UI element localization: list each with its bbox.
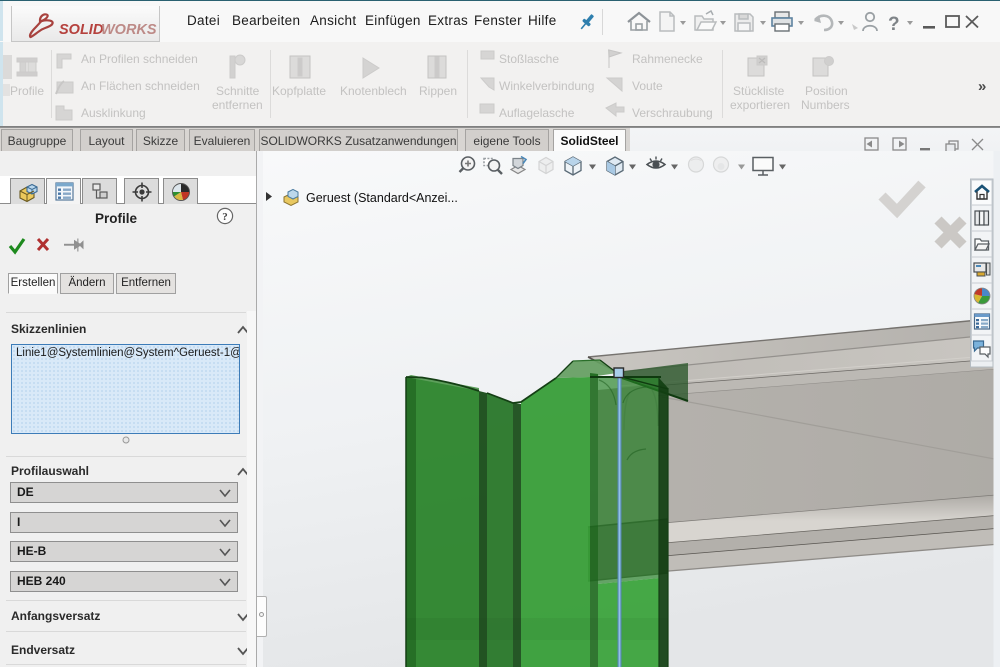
- svg-text:SOLID: SOLID: [59, 22, 104, 38]
- svg-text:Rippen: Rippen: [419, 84, 457, 98]
- svg-text:Verschraubung: Verschraubung: [632, 106, 713, 120]
- svg-text:Profile: Profile: [10, 84, 44, 98]
- svg-text:WORKS: WORKS: [101, 22, 157, 38]
- svg-text:Knotenblech: Knotenblech: [340, 84, 407, 98]
- svg-text:?: ?: [222, 211, 228, 223]
- svg-text:exportieren: exportieren: [730, 98, 790, 112]
- svg-text:Schnitte: Schnitte: [216, 84, 260, 98]
- svg-text:Numbers: Numbers: [801, 98, 850, 112]
- svg-text:An Profilen schneiden: An Profilen schneiden: [81, 52, 198, 66]
- svg-text:Ausklinkung: Ausklinkung: [81, 106, 146, 120]
- svg-text:Kopfplatte: Kopfplatte: [272, 84, 326, 98]
- svg-text:Stückliste: Stückliste: [733, 84, 785, 98]
- svg-text:Rahmenecke: Rahmenecke: [632, 52, 703, 66]
- svg-text:Geruest (Standard<Anzei...: Geruest (Standard<Anzei...: [306, 191, 458, 205]
- svg-text:An Flächen schneiden: An Flächen schneiden: [81, 79, 200, 93]
- svg-text:Auflagelasche: Auflagelasche: [499, 106, 575, 120]
- svg-text:»: »: [978, 78, 986, 95]
- svg-text:Winkelverbindung: Winkelverbindung: [499, 79, 594, 93]
- svg-text:Stoßlasche: Stoßlasche: [499, 52, 559, 66]
- svg-text:entfernen: entfernen: [212, 98, 263, 112]
- svg-text:Position: Position: [805, 84, 848, 98]
- svg-text:?: ?: [888, 14, 900, 34]
- svg-text:Voute: Voute: [632, 79, 663, 93]
